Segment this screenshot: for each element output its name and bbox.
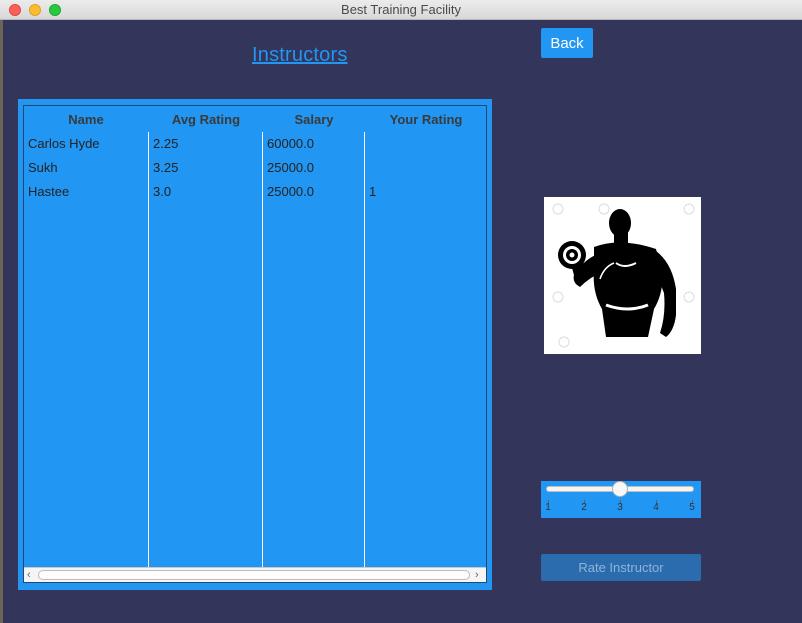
rating-slider-thumb[interactable]: [612, 481, 628, 497]
table-cell-salary[interactable]: 25000.0: [267, 160, 314, 175]
slider-tick-label: 2: [581, 502, 587, 513]
back-button[interactable]: Back: [541, 28, 593, 58]
table-cell-avg-rating[interactable]: 2.25: [153, 136, 178, 151]
page-title[interactable]: Instructors: [252, 44, 348, 67]
table-cell-avg-rating[interactable]: 3.0: [153, 184, 171, 199]
scroll-right-icon[interactable]: ›: [475, 568, 479, 582]
table-cell-salary[interactable]: 60000.0: [267, 136, 314, 151]
table-cell-your-rating[interactable]: 1: [369, 184, 376, 199]
table-cell-name[interactable]: Carlos Hyde: [28, 136, 100, 151]
column-header-your-rating[interactable]: Your Rating: [365, 112, 486, 127]
column-divider: [364, 132, 365, 574]
instructors-table-panel: Name Avg Rating Salary Your Rating Carlo…: [18, 99, 492, 590]
column-header-salary[interactable]: Salary: [263, 112, 365, 127]
instructors-table[interactable]: Name Avg Rating Salary Your Rating Carlo…: [23, 105, 487, 583]
table-cell-name[interactable]: Hastee: [28, 184, 69, 199]
scroll-left-icon[interactable]: ‹: [27, 568, 31, 582]
slider-tick-label: 4: [653, 502, 659, 513]
window-edge: [0, 20, 3, 623]
column-header-name[interactable]: Name: [24, 112, 148, 127]
window-titlebar: Best Training Facility: [0, 0, 802, 20]
column-divider: [148, 132, 149, 574]
table-cell-salary[interactable]: 25000.0: [267, 184, 314, 199]
table-cell-avg-rating[interactable]: 3.25: [153, 160, 178, 175]
window-title: Best Training Facility: [341, 2, 461, 17]
scrollbar-thumb[interactable]: [38, 570, 470, 580]
slider-tick-label: 3: [617, 502, 623, 513]
rating-slider-panel: 1 2 3 4 5: [541, 481, 701, 518]
dumbbell-bodybuilder-icon: [544, 197, 701, 354]
column-header-avg-rating[interactable]: Avg Rating: [149, 112, 263, 127]
slider-tick-label: 1: [545, 502, 551, 513]
rate-instructor-button[interactable]: Rate Instructor: [541, 554, 701, 581]
horizontal-scrollbar[interactable]: ‹ ›: [24, 567, 486, 582]
column-divider: [262, 132, 263, 574]
table-cell-name[interactable]: Sukh: [28, 160, 58, 175]
slider-tick-label: 5: [689, 502, 695, 513]
